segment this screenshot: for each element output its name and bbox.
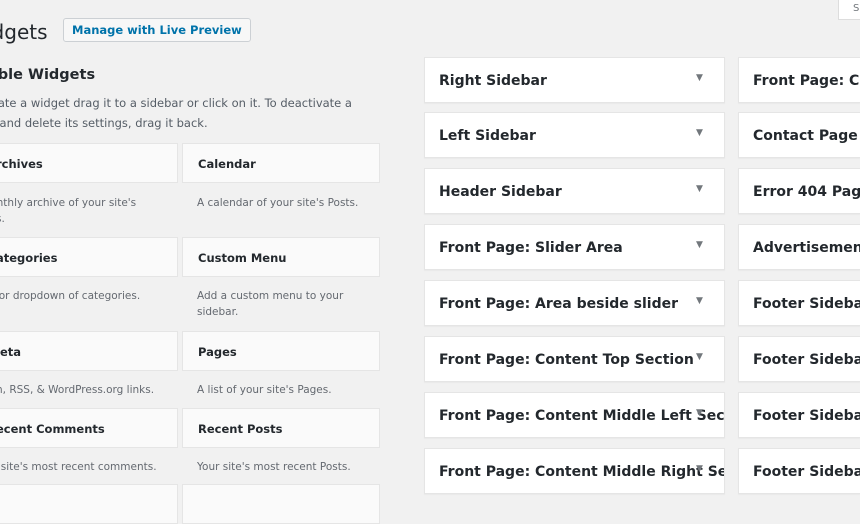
triangle-down-icon[interactable]: ▼ — [696, 113, 703, 153]
sidebar-contact-page-title: Contact Page S — [753, 128, 860, 144]
sidebar-front-beside-slider-title: Front Page: Area beside slider — [439, 296, 678, 312]
sidebar-right-title: Right Sidebar — [439, 73, 547, 89]
sidebar-footer-1-title: Footer Sidebar — [753, 296, 860, 312]
page-title: idgets — [0, 20, 48, 44]
widget-pages-description: A list of your site's Pages. — [197, 384, 332, 396]
sidebar-front-content-middle-right-title: Front Page: Content Middle Right Section — [439, 464, 724, 480]
widget-calendar[interactable]: Calendar — [182, 143, 380, 183]
sidebar-front-slider-area[interactable]: Front Page: Slider Area ▼ — [424, 224, 725, 270]
sidebar-left[interactable]: Left Sidebar ▼ — [424, 112, 725, 158]
widget-recent-comments-description: our site's most recent comments. — [0, 461, 157, 473]
sidebar-right[interactable]: Right Sidebar ▼ — [424, 57, 725, 103]
widget-archives[interactable]: rchives — [0, 143, 178, 183]
widget-recent-posts-description: Your site's most recent Posts. — [197, 461, 351, 473]
widget-recent-comments[interactable]: ecent Comments — [0, 408, 178, 448]
available-widgets-description: ctivate a widget drag it to a sidebar or… — [0, 96, 352, 130]
sidebar-footer-2[interactable]: Footer Sidebar — [738, 336, 860, 382]
widget-custom-menu-description: Add a custom menu to your sidebar. — [197, 290, 344, 318]
widget-pages[interactable]: Pages — [182, 331, 380, 371]
sidebar-front-slider-area-title: Front Page: Slider Area — [439, 240, 623, 256]
sidebar-footer-1[interactable]: Footer Sidebar — [738, 280, 860, 326]
triangle-down-icon[interactable]: ▼ — [696, 281, 703, 321]
sidebar-front-content[interactable]: Front Page: Co — [738, 57, 860, 103]
widget-categories[interactable]: ategories — [0, 237, 178, 277]
sidebar-front-content-top-title: Front Page: Content Top Section — [439, 352, 694, 368]
sidebar-footer-4-title: Footer Sidebar — [753, 464, 860, 480]
widget-meta[interactable]: leta — [0, 331, 178, 371]
sidebar-footer-4[interactable]: Footer Sidebar — [738, 448, 860, 494]
widget-recent-posts[interactable]: Recent Posts — [182, 408, 380, 448]
sidebar-advertisement-title: Advertisement — [753, 240, 860, 256]
widget-partial-right[interactable] — [182, 484, 380, 524]
sidebar-footer-3[interactable]: Footer Sidebar — [738, 392, 860, 438]
sidebar-front-content-title: Front Page: Co — [753, 73, 860, 89]
widget-categories-description: list or dropdown of categories. — [0, 290, 141, 302]
sidebar-advertisement[interactable]: Advertisement — [738, 224, 860, 270]
widget-custom-menu[interactable]: Custom Menu — [182, 237, 380, 277]
screen-options-tab[interactable]: S — [838, 0, 860, 20]
widget-meta-description: ogin, RSS, & WordPress.org links. — [0, 384, 155, 396]
triangle-down-icon[interactable]: ▼ — [696, 449, 703, 489]
sidebar-front-content-middle-right[interactable]: Front Page: Content Middle Right Section… — [424, 448, 725, 494]
triangle-down-icon[interactable]: ▼ — [696, 225, 703, 265]
sidebar-front-beside-slider[interactable]: Front Page: Area beside slider ▼ — [424, 280, 725, 326]
sidebar-front-content-middle-left-title: Front Page: Content Middle Left Section — [439, 408, 725, 424]
widget-partial-left[interactable] — [0, 484, 178, 524]
sidebar-footer-2-title: Footer Sidebar — [753, 352, 860, 368]
sidebar-front-content-middle-left[interactable]: Front Page: Content Middle Left Section … — [424, 392, 725, 438]
widget-calendar-description: A calendar of your site's Posts. — [197, 197, 359, 209]
sidebar-header-title: Header Sidebar — [439, 184, 562, 200]
widget-archives-description: monthly archive of your site's osts. — [0, 197, 137, 225]
triangle-down-icon[interactable]: ▼ — [696, 169, 703, 209]
triangle-down-icon[interactable]: ▼ — [696, 58, 703, 98]
sidebar-header[interactable]: Header Sidebar ▼ — [424, 168, 725, 214]
sidebar-error-404[interactable]: Error 404 Page — [738, 168, 860, 214]
sidebar-front-content-top[interactable]: Front Page: Content Top Section ▼ — [424, 336, 725, 382]
sidebar-error-404-title: Error 404 Page — [753, 184, 860, 200]
triangle-down-icon[interactable]: ▼ — [696, 337, 703, 377]
sidebar-contact-page[interactable]: Contact Page S — [738, 112, 860, 158]
sidebar-left-title: Left Sidebar — [439, 128, 536, 144]
manage-live-preview-button[interactable]: Manage with Live Preview — [63, 18, 251, 42]
triangle-down-icon[interactable]: ▼ — [696, 393, 703, 433]
available-widgets-title: ilable Widgets — [0, 67, 96, 83]
sidebar-footer-3-title: Footer Sidebar — [753, 408, 860, 424]
